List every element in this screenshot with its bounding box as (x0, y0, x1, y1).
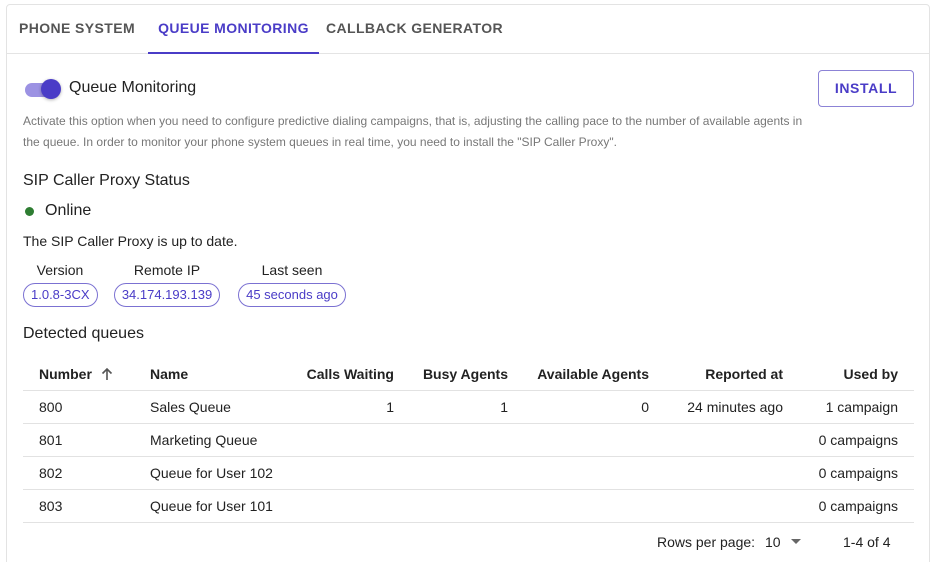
tab-queue-monitoring[interactable]: QUEUE MONITORING (148, 5, 319, 54)
active-tab-indicator (148, 52, 319, 54)
caret-down-icon (790, 539, 801, 545)
queue-monitoring-title: Queue Monitoring (69, 79, 197, 96)
cell-used-by: 0 campaigns (818, 432, 898, 448)
tab-callback-generator[interactable]: CALLBACK GENERATOR (319, 5, 510, 53)
column-header-number[interactable]: Number (39, 357, 114, 390)
queue-monitoring-card: PHONE SYSTEM QUEUE MONITORING CALLBACK G… (6, 4, 930, 562)
proxy-status: Online (23, 202, 91, 220)
queue-monitoring-description: Activate this option when you need to co… (23, 114, 803, 149)
cell-reported-at: 24 minutes ago (687, 399, 783, 415)
tab-label: QUEUE MONITORING (158, 20, 309, 36)
last-seen-chip: 45 seconds ago (238, 283, 346, 307)
tab-phone-system[interactable]: PHONE SYSTEM (7, 5, 147, 53)
cell-busy-agents: 1 (500, 399, 508, 415)
cell-number: 802 (39, 465, 63, 481)
cell-name: Sales Queue (150, 399, 231, 415)
version-info: Version 1.0.8-3CX (23, 261, 98, 307)
column-header-busy-agents[interactable]: Busy Agents (423, 357, 508, 390)
column-header-calls-waiting[interactable]: Calls Waiting (307, 357, 394, 390)
toggle-thumb (41, 79, 61, 99)
remote-ip-info: Remote IP 34.174.193.139 (112, 261, 222, 307)
cell-number: 803 (39, 498, 63, 514)
queue-monitoring-toggle[interactable] (23, 79, 63, 99)
remote-ip-label: Remote IP (133, 262, 201, 278)
version-chip: 1.0.8-3CX (23, 283, 98, 307)
cell-used-by: 0 campaigns (818, 465, 898, 481)
column-header-used-by[interactable]: Used by (844, 357, 898, 390)
status-text: Online (45, 202, 92, 219)
cell-number: 800 (39, 399, 63, 415)
version-label: Version (36, 262, 84, 278)
column-header-name[interactable]: Name (150, 357, 188, 390)
pagination-range: 1-4 of 4 (843, 534, 891, 550)
cell-calls-waiting: 1 (386, 399, 394, 415)
table-row[interactable]: 800 Sales Queue 1 1 0 24 minutes ago 1 c… (23, 391, 914, 424)
cell-name: Queue for User 101 (150, 498, 273, 514)
cell-name: Marketing Queue (150, 432, 258, 448)
queues-table: Number Name Calls Waiting Busy Agents Av… (23, 357, 914, 523)
tab-label: CALLBACK GENERATOR (325, 20, 503, 36)
table-row[interactable]: 803 Queue for User 101 0 campaigns (23, 490, 914, 523)
proxy-update-message: The SIP Caller Proxy is up to date. (23, 233, 238, 249)
table-header-row: Number Name Calls Waiting Busy Agents Av… (23, 357, 914, 391)
cell-name: Queue for User 102 (150, 465, 273, 481)
cell-available-agents: 0 (641, 399, 649, 415)
column-header-reported-at[interactable]: Reported at (705, 357, 783, 390)
table-row[interactable]: 801 Marketing Queue 0 campaigns (23, 424, 914, 457)
last-seen-info: Last seen 45 seconds ago (236, 261, 348, 307)
cell-number: 801 (39, 432, 63, 448)
detected-queues-title: Detected queues (23, 325, 144, 342)
column-header-label: Number (39, 365, 92, 382)
rows-per-page-value: 10 (765, 534, 781, 550)
remote-ip-chip: 34.174.193.139 (113, 283, 221, 307)
install-button[interactable]: INSTALL (818, 70, 914, 107)
proxy-status-title: SIP Caller Proxy Status (23, 172, 190, 189)
column-header-available-agents[interactable]: Available Agents (537, 357, 649, 390)
rows-per-page-label: Rows per page: (657, 534, 756, 550)
cell-used-by: 1 campaign (825, 399, 898, 415)
rows-per-page-select[interactable]: 10 (765, 534, 801, 550)
arrow-up-icon[interactable] (100, 367, 114, 381)
tab-label: PHONE SYSTEM (18, 20, 136, 36)
tab-bar: PHONE SYSTEM QUEUE MONITORING CALLBACK G… (7, 5, 929, 54)
cell-used-by: 0 campaigns (818, 498, 898, 514)
table-row[interactable]: 802 Queue for User 102 0 campaigns (23, 457, 914, 490)
online-status-dot-icon (25, 206, 34, 216)
last-seen-label: Last seen (261, 262, 323, 278)
